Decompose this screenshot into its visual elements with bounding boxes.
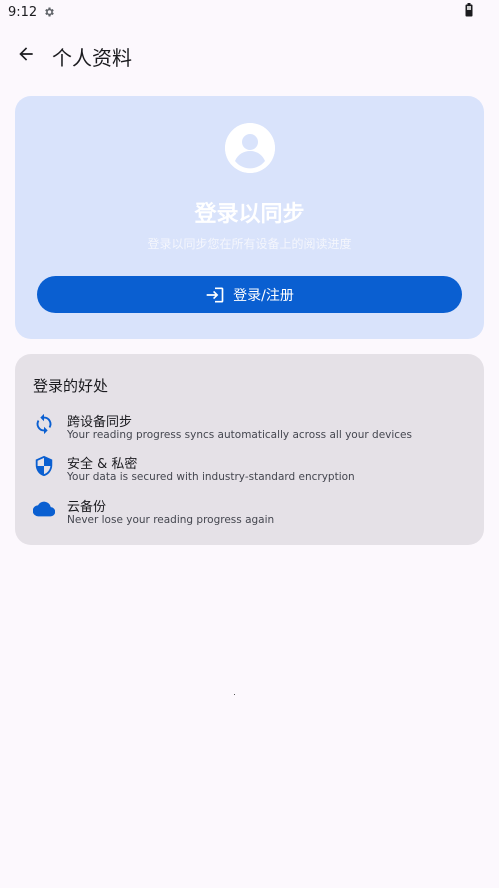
login-register-button[interactable]: 登录/注册 — [37, 276, 462, 313]
benefit-title: 安全 & 私密 — [67, 457, 138, 472]
login-icon — [206, 287, 224, 302]
login-subtitle: 登录以同步您在所有设备上的阅读进度 — [147, 237, 352, 251]
benefits-card: 登录的好处 跨设备同步 Your reading progress syncs … — [15, 354, 484, 545]
shield-icon — [35, 455, 53, 477]
benefit-description: Your data is secured with industry-stand… — [67, 471, 355, 483]
back-button[interactable] — [12, 40, 40, 68]
login-title: 登录以同步 — [194, 202, 305, 227]
benefit-title: 云备份 — [67, 500, 107, 515]
decorative-dot — [234, 694, 235, 695]
benefits-title: 登录的好处 — [33, 377, 109, 395]
benefit-item-sync: 跨设备同步 Your reading progress syncs automa… — [33, 411, 473, 445]
benefit-description: Never lose your reading progress again — [67, 514, 275, 526]
login-button-label: 登录/注册 — [233, 287, 294, 304]
arrow-back-icon — [19, 47, 33, 61]
status-bar: 9:12 — [0, 0, 499, 24]
status-time: 9:12 — [8, 4, 38, 20]
cloud-icon — [33, 501, 55, 517]
account-circle-icon — [225, 123, 275, 173]
benefit-description: Your reading progress syncs automaticall… — [67, 429, 412, 441]
benefit-item-security: 安全 & 私密 Your data is secured with indust… — [33, 453, 473, 487]
battery-icon — [465, 3, 473, 17]
settings-gear-icon — [45, 7, 55, 17]
sync-icon — [36, 413, 52, 435]
page-title: 个人资料 — [52, 46, 132, 70]
benefit-title: 跨设备同步 — [67, 415, 133, 430]
app-bar: 个人资料 — [0, 32, 499, 76]
benefit-item-cloud-backup: 云备份 Never lose your reading progress aga… — [33, 496, 473, 530]
login-card: 登录以同步 登录以同步您在所有设备上的阅读进度 登录/注册 — [15, 96, 484, 339]
